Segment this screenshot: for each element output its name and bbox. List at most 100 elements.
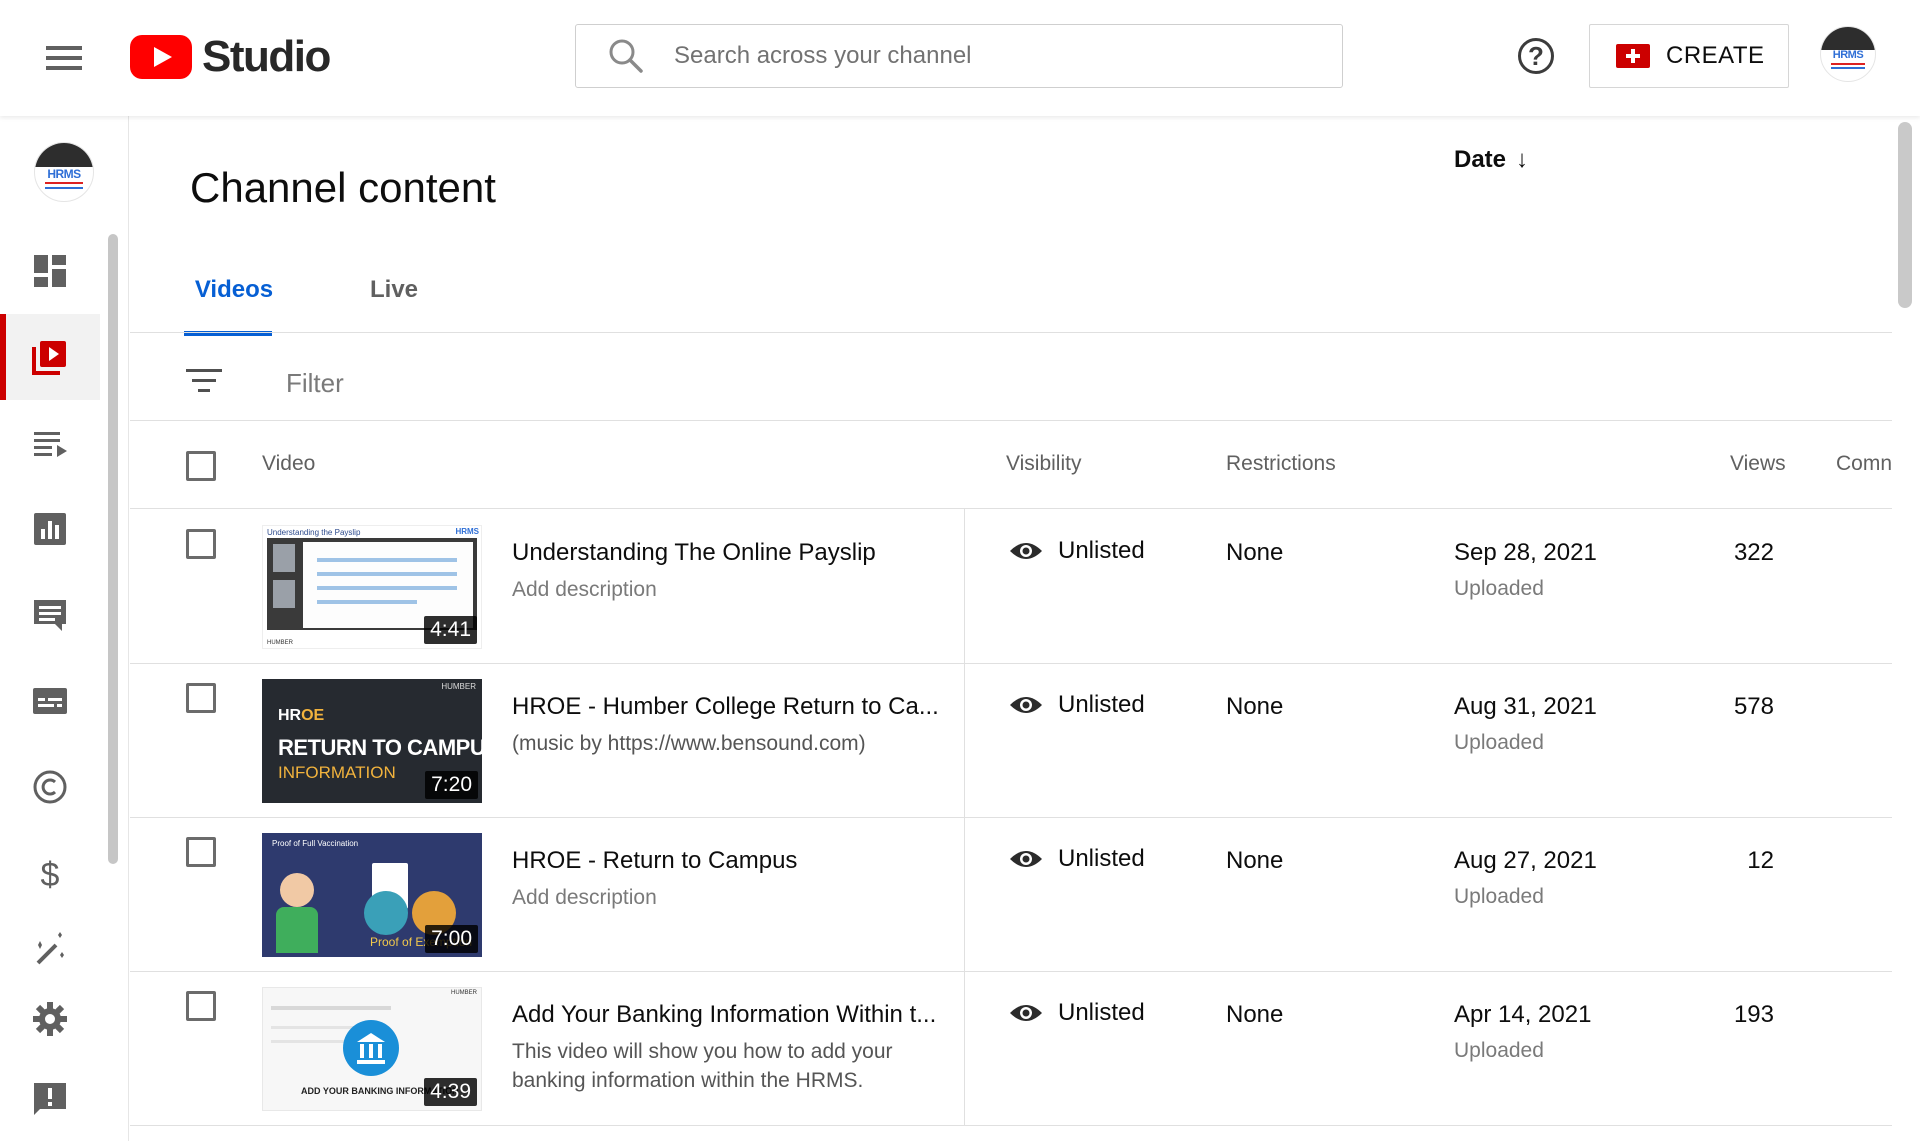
column-header-video: Video xyxy=(262,452,316,475)
copyright-icon xyxy=(33,770,67,804)
account-avatar[interactable]: HRMS xyxy=(1820,26,1876,82)
filter-icon[interactable] xyxy=(186,366,222,396)
video-thumbnail[interactable]: Proof of Full Vaccination Proof of Exemp… xyxy=(262,833,482,957)
video-description[interactable]: Add description xyxy=(512,883,942,912)
menu-icon[interactable] xyxy=(46,44,82,72)
column-header-restrictions[interactable]: Restrictions xyxy=(1226,452,1336,476)
filter-input[interactable] xyxy=(284,360,888,406)
app-name: Studio xyxy=(202,32,331,81)
restrictions-value: None xyxy=(1226,693,1284,720)
thumbnail-avatar-left xyxy=(364,891,408,935)
select-all-checkbox[interactable] xyxy=(186,451,216,481)
date-value: Sep 28, 2021 xyxy=(1454,539,1597,566)
video-thumbnail[interactable]: HUMBER ADD YOUR BANKING INFORMATION 4:39 xyxy=(262,987,482,1111)
nav-copyright[interactable] xyxy=(0,744,100,830)
nav-comments[interactable] xyxy=(0,572,100,658)
row-checkbox[interactable] xyxy=(186,837,216,867)
thumbnail-logo-text: HUMBER xyxy=(450,990,477,996)
channel-avatar-text: HRMS xyxy=(47,167,81,181)
search-box[interactable] xyxy=(575,24,1343,88)
comments-icon xyxy=(34,600,66,631)
upload-status: Uploaded xyxy=(1454,577,1544,600)
dashboard-icon xyxy=(34,255,66,287)
column-header-views[interactable]: Views xyxy=(1730,452,1786,476)
thumbnail-subheadline: INFORMATION xyxy=(278,763,396,782)
row-checkbox[interactable] xyxy=(186,991,216,1021)
content-icon xyxy=(32,341,66,375)
video-duration: 4:41 xyxy=(424,616,477,644)
row-checkbox[interactable] xyxy=(186,529,216,559)
studio-logo[interactable]: Studio xyxy=(130,32,331,81)
create-label: CREATE xyxy=(1666,42,1765,69)
video-description[interactable]: This video will show you how to add your… xyxy=(512,1037,942,1095)
search-input[interactable] xyxy=(672,41,1276,71)
video-title[interactable]: HROE - Humber College Return to Ca... xyxy=(512,693,939,721)
upload-status: Uploaded xyxy=(1454,885,1544,908)
video-title[interactable]: Add Your Banking Information Within t... xyxy=(512,1001,936,1029)
video-thumbnail[interactable]: HUMBER HROE RETURN TO CAMPUS INFORMATION… xyxy=(262,679,482,803)
sidebar-scrollbar[interactable] xyxy=(108,234,118,864)
nav-content[interactable] xyxy=(0,314,100,400)
video-row[interactable]: Proof of Full Vaccination Proof of Exemp… xyxy=(130,817,1892,972)
column-divider xyxy=(964,817,965,971)
date-value: Aug 31, 2021 xyxy=(1454,693,1597,720)
restrictions-value: None xyxy=(1226,539,1284,566)
thumbnail-character-body xyxy=(276,907,318,953)
video-thumbnail[interactable]: Understanding the Payslip HRMS HUMBER 4:… xyxy=(262,525,482,649)
page-title: Channel content xyxy=(190,164,496,211)
nav-dashboard[interactable] xyxy=(0,228,100,314)
video-row[interactable]: HUMBER ADD YOUR BANKING INFORMATION 4:39… xyxy=(130,971,1892,1126)
views-count: 193 xyxy=(1733,1001,1774,1028)
tab-videos[interactable]: Videos xyxy=(184,276,278,336)
bank-icon xyxy=(343,1020,399,1076)
thumbnail-headline: RETURN TO CAMPUS xyxy=(278,735,482,760)
svg-text:$: $ xyxy=(41,856,60,893)
top-app-bar: Studio ? CREATE HRMS xyxy=(0,0,1920,116)
search-icon xyxy=(606,36,646,76)
column-header-visibility[interactable]: Visibility xyxy=(1006,452,1081,476)
visibility-label: Unlisted xyxy=(1058,999,1145,1026)
thumbnail-logo-text: HUMBER xyxy=(441,682,476,691)
feedback-icon xyxy=(34,1083,66,1115)
video-duration: 4:39 xyxy=(424,1078,477,1106)
restrictions-value: None xyxy=(1226,847,1284,874)
nav-monetization[interactable]: $ xyxy=(0,830,100,916)
settings-icon xyxy=(33,1002,67,1036)
visibility-cell[interactable]: Unlisted xyxy=(1008,999,1145,1027)
visibility-cell[interactable]: Unlisted xyxy=(1008,691,1145,719)
row-checkbox[interactable] xyxy=(186,683,216,713)
thumbnail-brand: HROE xyxy=(278,707,324,725)
content-scrollbar[interactable] xyxy=(1898,122,1912,308)
filter-divider xyxy=(130,420,1892,421)
avatar-text: HRMS xyxy=(1832,49,1864,61)
thumbnail-character xyxy=(280,873,314,907)
nav-analytics[interactable] xyxy=(0,486,100,572)
video-description[interactable]: (music by https://www.bensound.com) xyxy=(512,729,942,758)
visibility-label: Unlisted xyxy=(1058,537,1145,564)
video-description[interactable]: Add description xyxy=(512,575,942,604)
channel-avatar[interactable]: HRMS xyxy=(34,142,94,202)
video-duration: 7:20 xyxy=(425,771,478,799)
nav-feedback[interactable] xyxy=(0,1056,100,1142)
nav-subtitles[interactable] xyxy=(0,658,100,744)
left-nav: HRMS $ xyxy=(0,116,129,1141)
video-title[interactable]: HROE - Return to Campus xyxy=(512,847,797,875)
upload-status: Uploaded xyxy=(1454,1039,1544,1062)
date-value: Aug 27, 2021 xyxy=(1454,847,1597,874)
video-row[interactable]: HUMBER HROE RETURN TO CAMPUS INFORMATION… xyxy=(130,663,1892,818)
create-button[interactable]: CREATE xyxy=(1589,24,1789,88)
nav-settings[interactable] xyxy=(0,976,100,1062)
help-icon[interactable]: ? xyxy=(1518,38,1554,74)
subtitles-icon xyxy=(33,688,67,714)
tab-live[interactable]: Live xyxy=(370,276,430,332)
column-divider xyxy=(964,663,965,817)
visibility-cell[interactable]: Unlisted xyxy=(1008,845,1145,873)
column-header-date[interactable]: Date ↓ xyxy=(1454,146,1528,174)
video-row[interactable]: Understanding the Payslip HRMS HUMBER 4:… xyxy=(130,509,1892,664)
nav-playlists[interactable] xyxy=(0,400,100,486)
content-area: Channel content Videos Live Video Visibi… xyxy=(130,116,1892,1141)
column-header-comments[interactable]: Comn xyxy=(1836,452,1892,476)
views-count: 322 xyxy=(1733,539,1774,566)
visibility-cell[interactable]: Unlisted xyxy=(1008,537,1145,565)
video-title[interactable]: Understanding The Online Payslip xyxy=(512,539,876,567)
